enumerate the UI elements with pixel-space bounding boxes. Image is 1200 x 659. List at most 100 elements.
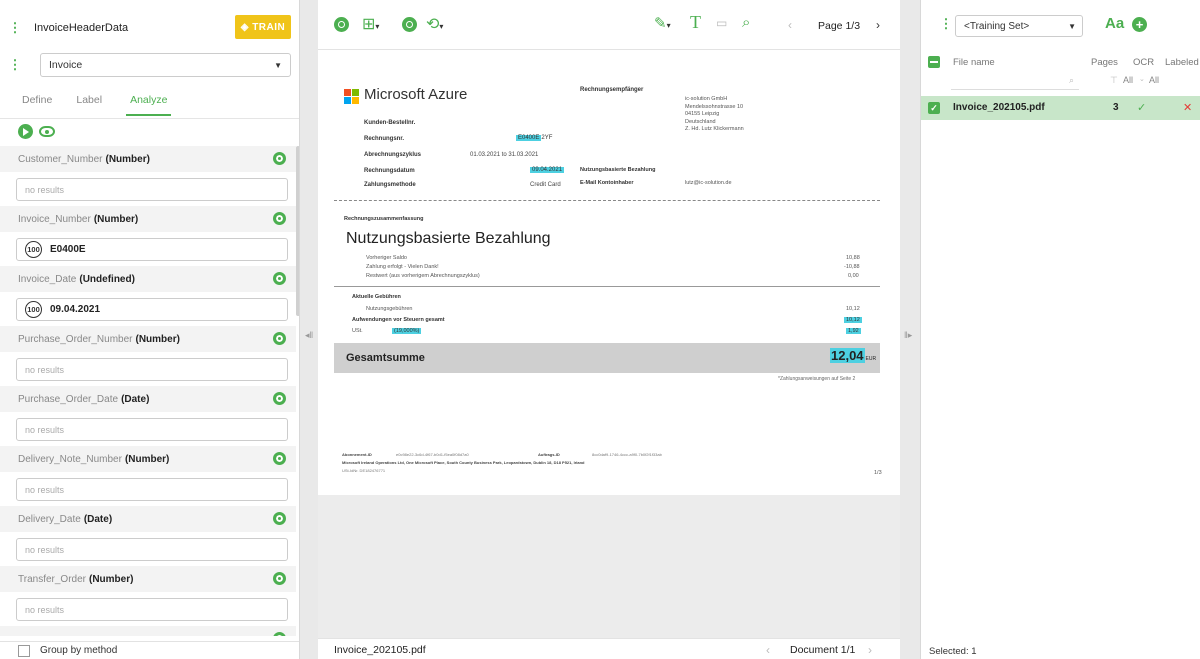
aktuelle-label: Aktuelle Gebühren: [352, 294, 401, 300]
field-type: (Number): [124, 453, 170, 465]
kunden-label: Kunden-Bestellnr.: [364, 120, 416, 126]
train-button[interactable]: ◈ TRAIN: [235, 15, 291, 39]
scrollbar[interactable]: [296, 146, 299, 316]
col-pages[interactable]: Pages: [1091, 57, 1118, 68]
total-value[interactable]: 12,04 EUR: [830, 348, 876, 363]
confidence-badge: 100: [25, 241, 42, 258]
prev-page-icon[interactable]: ‹: [788, 18, 792, 32]
field-item: Purchase_Order_Date (Date) no results: [0, 386, 296, 446]
drag-handle-right[interactable]: ‖▸: [904, 330, 912, 341]
field-header: [0, 626, 296, 636]
field-value-text: no results: [25, 184, 65, 195]
field-name: Transfer_Order: [18, 573, 86, 585]
page-indicator: Page 1/3: [818, 20, 861, 32]
training-set-select[interactable]: <Training Set> ▼: [955, 15, 1083, 37]
field-value[interactable]: no results: [16, 418, 288, 441]
selected-count: Selected: 1: [929, 646, 977, 657]
pen-icon[interactable]: ✎▾: [654, 14, 671, 32]
footer-page: 1/3: [874, 470, 882, 476]
col-labeled[interactable]: Labeled: [1165, 57, 1199, 68]
next-page-icon[interactable]: ›: [876, 18, 880, 32]
zahlung-value: Credit Card: [530, 182, 561, 188]
field-value[interactable]: 100 09.04.2021: [16, 298, 288, 321]
field-value[interactable]: no results: [16, 178, 288, 201]
row-checkbox[interactable]: ✓: [928, 102, 940, 114]
field-value[interactable]: 100 E0400E: [16, 238, 288, 261]
microsoft-logo: [344, 89, 359, 104]
field-value-text: no results: [25, 604, 65, 615]
eye-icon[interactable]: [39, 126, 55, 137]
add-icon[interactable]: +: [1132, 17, 1147, 32]
zoom-in-icon[interactable]: [334, 17, 349, 32]
drag-handle-left[interactable]: ◂‖: [305, 330, 313, 341]
brand-name: Microsoft Azure: [364, 86, 468, 103]
training-set-value: <Training Set>: [964, 20, 1030, 32]
field-value-text: no results: [25, 364, 65, 375]
line-label: Restwert (aus vorherigem Abrechnungszykl…: [366, 273, 480, 279]
play-icon[interactable]: [18, 124, 33, 139]
more-vertical-icon[interactable]: ⋮: [0, 20, 30, 36]
gear-icon[interactable]: [273, 512, 286, 525]
fit-page-icon[interactable]: ⊞▾: [362, 14, 379, 34]
field-header: Delivery_Date (Date): [0, 506, 296, 532]
zahlung-label: Zahlungsmethode: [364, 182, 416, 188]
select-icon[interactable]: ▭: [716, 16, 727, 30]
aufwendungen-value[interactable]: 10,12: [844, 317, 862, 323]
field-value[interactable]: no results: [16, 538, 288, 561]
zoom-out-icon[interactable]: [402, 17, 417, 32]
col-file-name[interactable]: File name: [953, 57, 995, 68]
ust-rate[interactable]: (19,000%): [392, 328, 422, 334]
caret-down-icon: ▼: [274, 60, 282, 70]
text-icon[interactable]: T: [690, 12, 701, 33]
search-icon[interactable]: ⌕: [742, 14, 750, 31]
field-type: (Undefined): [79, 273, 135, 285]
footer-company: Microsoft Ireland Operations Ltd, One Mi…: [342, 460, 585, 465]
filename-filter-input[interactable]: [951, 74, 1079, 90]
doc-type-select[interactable]: Invoice ▼: [40, 53, 291, 77]
table-row[interactable]: ✓ Invoice_202105.pdf 3 ✓ ✕: [921, 96, 1200, 120]
datum-value[interactable]: 09.04.2021: [530, 167, 565, 173]
font-size-icon[interactable]: Aa: [1105, 15, 1124, 32]
field-value[interactable]: no results: [16, 598, 288, 621]
more-vertical-icon[interactable]: ⋮: [0, 57, 30, 73]
line-label: Vorheriger Saldo: [366, 255, 407, 261]
prev-document-icon[interactable]: ‹: [766, 643, 770, 657]
tab-label[interactable]: Label: [76, 88, 102, 116]
field-item: Delivery_Note_Number (Number) no results: [0, 446, 296, 506]
analyze-actions: [18, 124, 55, 139]
col-ocr[interactable]: OCR: [1133, 57, 1154, 68]
gear-icon[interactable]: [273, 212, 286, 225]
line-value: -10,88: [844, 264, 860, 270]
field-value[interactable]: no results: [16, 358, 288, 381]
gear-icon[interactable]: [273, 332, 286, 345]
gear-icon[interactable]: [273, 452, 286, 465]
group-by-checkbox[interactable]: [18, 644, 30, 657]
tab-define[interactable]: Define: [22, 88, 52, 116]
footer-abo-value: e0c98e22-3c6d-4f67-b0d1-f5ea0f08d7a0: [396, 452, 469, 457]
rotate-icon[interactable]: ⟲▾: [426, 14, 443, 34]
field-type: (Number): [105, 153, 150, 165]
gear-icon[interactable]: [273, 152, 286, 165]
field-type: (Number): [88, 573, 134, 585]
rechnungsnr-value[interactable]: E0400E 2YF: [516, 135, 552, 141]
field-header: Invoice_Number (Number): [0, 206, 296, 232]
field-header: Customer_Number (Number): [0, 146, 296, 172]
group-by-method[interactable]: Group by method: [0, 641, 299, 659]
ocr-filter[interactable]: All: [1123, 75, 1133, 85]
field-header: Purchase_Order_Number (Number): [0, 326, 296, 352]
filter-icon[interactable]: ⊤: [1110, 75, 1118, 86]
tab-analyze[interactable]: Analyze: [126, 88, 172, 116]
field-item: Purchase_Order_Number (Number) no results: [0, 326, 296, 386]
labeled-filter[interactable]: All: [1149, 75, 1159, 85]
field-value-text: E0400E: [50, 244, 86, 255]
footer-auftrag-label: Auftrags-ID: [538, 452, 560, 457]
gear-icon[interactable]: [273, 392, 286, 405]
document-viewer: ⊞▾ ⟲▾ ✎▾ T ▭ ⌕ ‹ Page 1/3 › Microsoft Az…: [318, 0, 900, 659]
ust-value[interactable]: 1,92: [846, 328, 861, 334]
gear-icon[interactable]: [273, 572, 286, 585]
next-document-icon[interactable]: ›: [868, 643, 872, 657]
gear-icon[interactable]: [273, 272, 286, 285]
field-value[interactable]: no results: [16, 478, 288, 501]
field-item: Invoice_Date (Undefined) 100 09.04.2021: [0, 266, 296, 326]
labeled-cross-icon: ✕: [1183, 102, 1193, 114]
